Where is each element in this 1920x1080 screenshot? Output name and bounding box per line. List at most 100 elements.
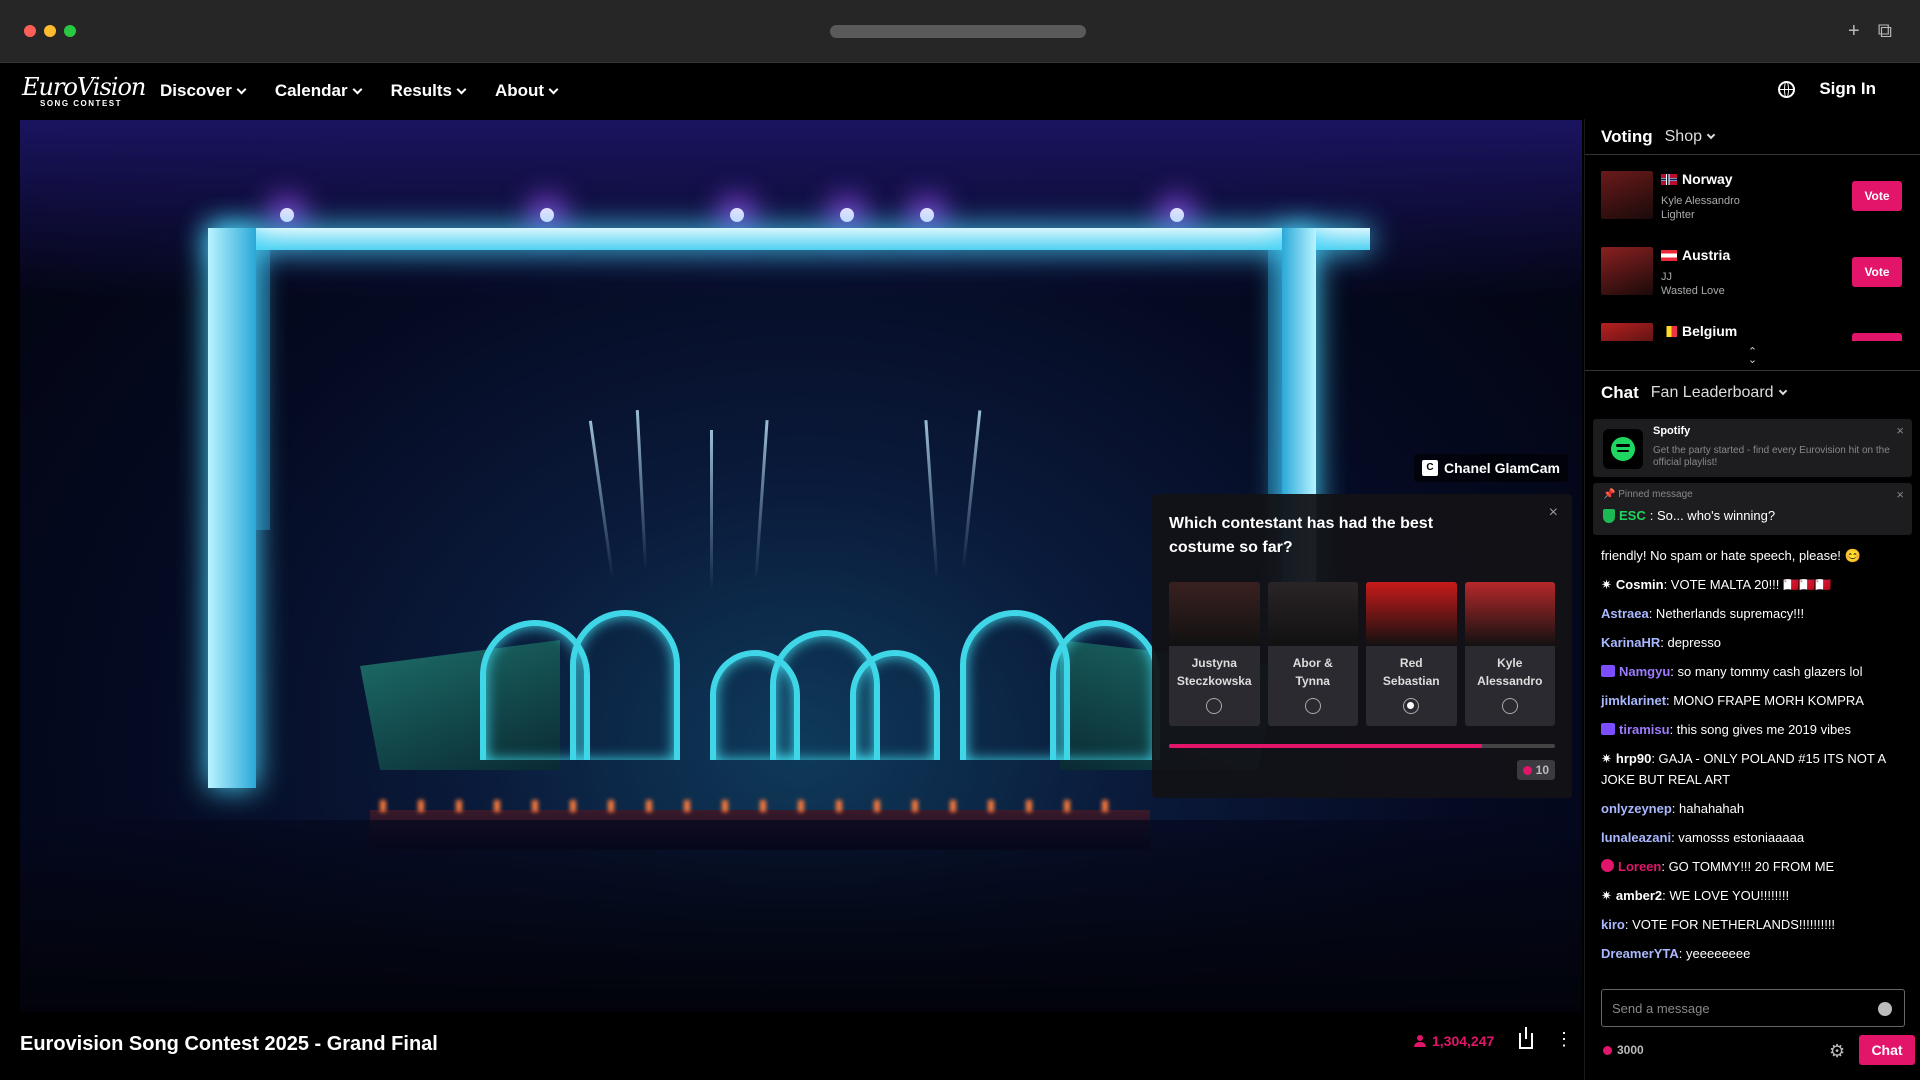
subscriber-badge-icon — [1601, 723, 1615, 735]
stage-frame-left — [208, 228, 256, 788]
pinned-user[interactable]: ESC — [1619, 508, 1646, 523]
contestant-name: Justyna Steczkowska — [1176, 656, 1252, 688]
poll-radio[interactable] — [1206, 698, 1223, 714]
minimize-window-button[interactable] — [44, 25, 56, 37]
vote-button[interactable]: Vote — [1852, 181, 1902, 211]
stage-arches — [480, 560, 1160, 760]
poll-option[interactable]: Justyna Steczkowska — [1169, 582, 1260, 726]
close-window-button[interactable] — [24, 25, 36, 37]
vote-song: Lighter — [1661, 209, 1695, 221]
glamcam-button[interactable]: C Chanel GlamCam — [1414, 454, 1568, 482]
chat-username[interactable]: hrp90 — [1616, 751, 1651, 766]
artist-thumbnail — [1601, 171, 1653, 219]
poll-option[interactable]: Kyle Alessandro — [1464, 582, 1555, 726]
stage-light — [920, 208, 934, 222]
chat-username[interactable]: tiramisu — [1619, 722, 1670, 737]
chevron-down-icon[interactable]: ⌄ — [1748, 354, 1757, 365]
tab-shop[interactable]: Shop — [1665, 128, 1716, 146]
tabs-overview-icon[interactable]: ⧉ — [1878, 20, 1892, 43]
poll-radio[interactable] — [1501, 698, 1518, 714]
chat-username[interactable]: DreamerYTA — [1601, 946, 1679, 961]
promo-text: Get the party started - find every Eurov… — [1653, 445, 1890, 468]
chat-rules-text: friendly! No spam or hate speech, please… — [1601, 548, 1861, 563]
chat-text: : this song gives me 2019 vibes — [1669, 722, 1851, 737]
tab-chat[interactable]: Chat — [1601, 383, 1639, 403]
contestant-photo — [1366, 582, 1457, 646]
poll-radio[interactable] — [1304, 698, 1321, 714]
nav-about[interactable]: About — [495, 81, 559, 101]
sign-in-link[interactable]: Sign In — [1819, 79, 1876, 99]
chat-send-button[interactable]: Chat — [1859, 1035, 1915, 1065]
stage-inner-frame — [256, 250, 1282, 530]
address-bar[interactable] — [830, 25, 1086, 38]
chat-username[interactable]: Cosmin — [1616, 577, 1664, 592]
maximize-window-button[interactable] — [64, 25, 76, 37]
channel-points[interactable]: 3000 — [1603, 1043, 1644, 1057]
pinned-label: 📌 Pinned message — [1603, 489, 1693, 500]
artist-thumbnail — [1601, 247, 1653, 295]
chat-message: DreamerYTA: yeeeeeeee — [1601, 943, 1904, 964]
chat-username[interactable]: jimklarinet — [1601, 693, 1666, 708]
nav-calendar[interactable]: Calendar — [275, 81, 363, 101]
chat-username[interactable]: KarinaHR — [1601, 635, 1660, 650]
side-panel: Voting Shop Norway Kyle Alessandro Light… — [1584, 119, 1920, 1080]
chat-username[interactable]: Loreen — [1618, 859, 1661, 874]
chat-message: kiro: VOTE FOR NETHERLANDS!!!!!!!!!! — [1601, 914, 1904, 935]
chat-username[interactable]: lunaleazani — [1601, 830, 1671, 845]
poll-timer-bar — [1169, 744, 1555, 748]
chevron-down-icon — [456, 84, 467, 94]
more-options-icon[interactable]: ⋮ — [1555, 1030, 1573, 1048]
country-flag-icon — [1661, 173, 1677, 185]
promo-close-icon[interactable]: × — [1896, 423, 1904, 438]
pinned-text: : So... who's winning? — [1649, 508, 1776, 523]
chat-message: KarinaHR: depresso — [1601, 632, 1904, 653]
eurovision-logo[interactable]: EuroVision SONG CONTEST — [22, 71, 146, 111]
new-tab-icon[interactable]: + — [1848, 20, 1860, 43]
chat-username[interactable]: Astraea — [1601, 606, 1649, 621]
chat-username[interactable]: Namgyu — [1619, 664, 1670, 679]
chat-username[interactable]: kiro — [1601, 917, 1625, 932]
tab-voting[interactable]: Voting — [1601, 127, 1653, 147]
chat-messages: friendly! No spam or hate speech, please… — [1585, 535, 1920, 964]
window-controls — [24, 25, 76, 37]
chat-username[interactable]: amber2 — [1616, 888, 1662, 903]
stream-title: Eurovision Song Contest 2025 - Grand Fin… — [20, 1033, 438, 1055]
gear-icon[interactable]: ⚙ — [1829, 1041, 1845, 1062]
chat-message: ✷ Cosmin: VOTE MALTA 20!!! 🇲🇹🇲🇹🇲🇹 — [1601, 574, 1904, 595]
logo-wordmark: EuroVision — [22, 72, 146, 101]
poll-close-icon[interactable]: × — [1549, 504, 1558, 522]
poll-option[interactable]: Red Sebastian — [1366, 582, 1457, 726]
spotify-promo[interactable]: Spotify Get the party started - find eve… — [1593, 419, 1912, 477]
vote-button[interactable]: Vote — [1852, 333, 1902, 341]
tab-fan-leaderboard[interactable]: Fan Leaderboard — [1651, 384, 1787, 402]
stage-frame-top — [210, 228, 1370, 250]
voting-tabs: Voting Shop — [1585, 119, 1920, 155]
contestant-photo — [1169, 582, 1260, 646]
chat-text: : yeeeeeeee — [1678, 946, 1751, 961]
share-icon[interactable] — [1519, 1027, 1533, 1049]
vote-country: Belgium — [1682, 323, 1738, 339]
vote-scroll-control[interactable]: ⌃ ⌄ — [1585, 341, 1920, 371]
subscriber-badge-icon — [1601, 665, 1615, 677]
chat-username[interactable]: onlyzeynep — [1601, 801, 1672, 816]
chat-message-input[interactable] — [1601, 989, 1905, 1027]
emoji-icon[interactable] — [1878, 1002, 1892, 1016]
stage-footlights — [380, 800, 1140, 812]
vote-item: Belgium Vote — [1585, 307, 1920, 341]
poll-radio[interactable] — [1403, 698, 1420, 714]
chat-message: onlyzeynep: hahahahah — [1601, 798, 1904, 819]
language-globe-icon[interactable] — [1778, 80, 1796, 98]
nav-results[interactable]: Results — [391, 81, 467, 101]
chat-message: Astraea: Netherlands supremacy!!! — [1601, 603, 1904, 624]
vote-country: Norway — [1682, 171, 1733, 187]
nav-discover[interactable]: Discover — [160, 81, 247, 101]
pinned-close-icon[interactable]: × — [1896, 487, 1904, 502]
chat-text: : vamosss estoniaaaaa — [1671, 830, 1805, 845]
chat-message: Namgyu: so many tommy cash glazers lol — [1601, 661, 1904, 682]
logo-subtitle: SONG CONTEST — [40, 98, 123, 108]
poll-option[interactable]: Abor & Tynna — [1267, 582, 1358, 726]
vote-artist: JJ — [1661, 271, 1672, 283]
vote-button[interactable]: Vote — [1852, 257, 1902, 287]
contestant-name: Kyle Alessandro — [1477, 656, 1543, 688]
pinned-message: 📌 Pinned message ESC: So... who's winnin… — [1593, 483, 1912, 535]
